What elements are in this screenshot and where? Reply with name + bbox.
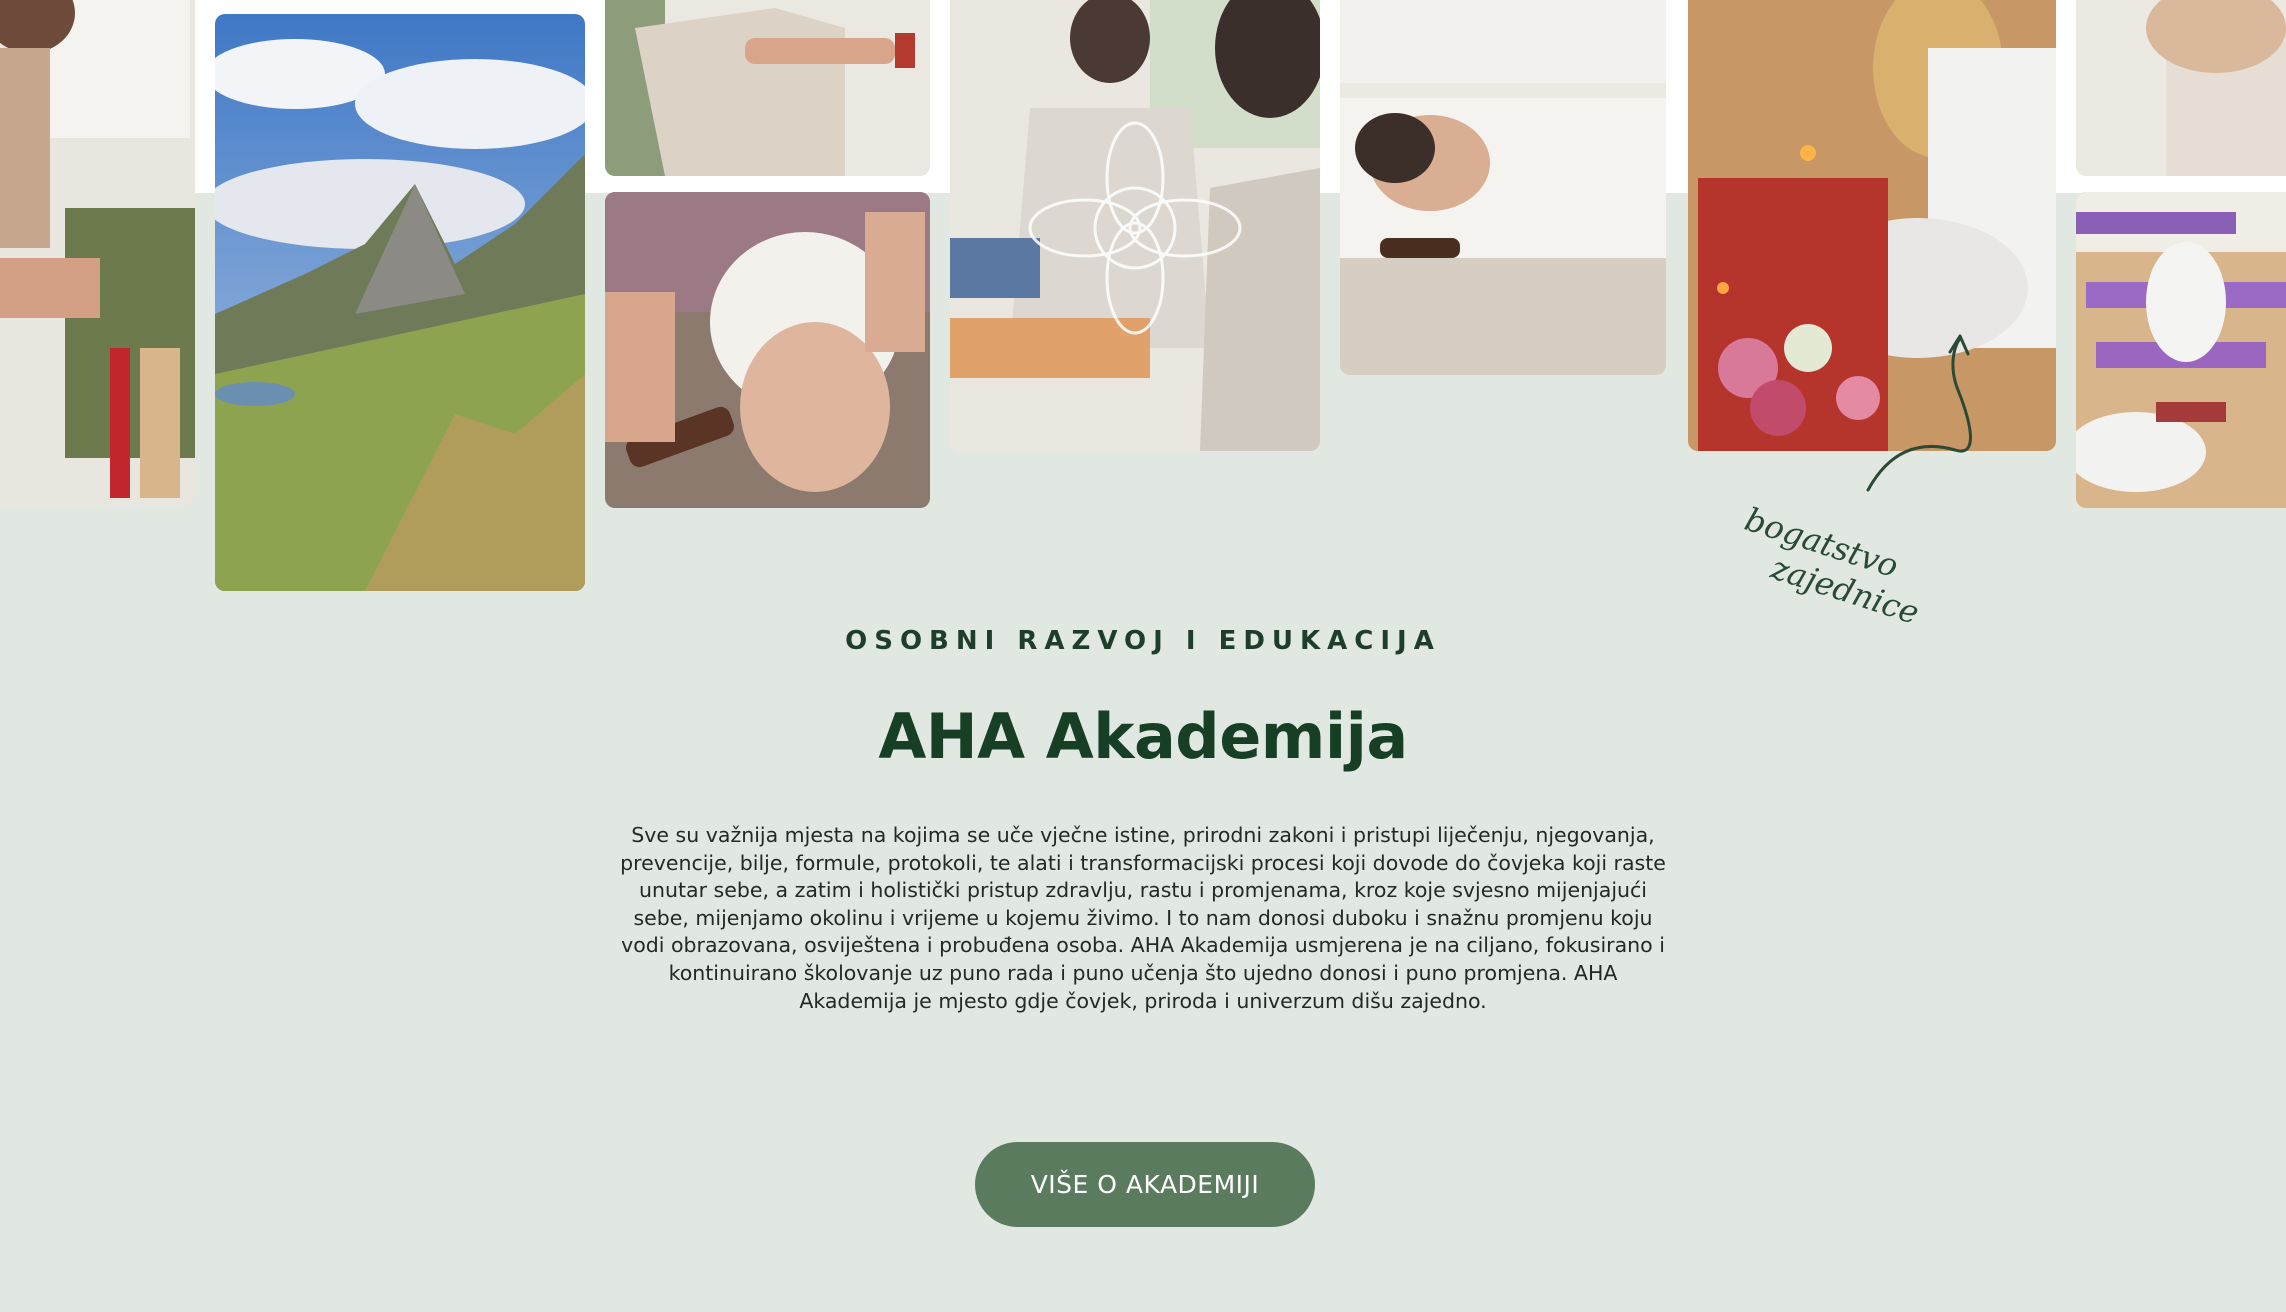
photo-yoga-class-top [2076, 0, 2286, 176]
photo-yoga-class [2076, 192, 2286, 508]
photo-massage-session [0, 0, 195, 506]
photo-face-treatment [605, 192, 930, 508]
more-about-academy-button[interactable]: VIŠE O AKADEMIJI [975, 1142, 1315, 1227]
section-eyebrow: OSOBNI RAZVOJ I EDUKACIJA [845, 626, 1441, 656]
section-description: Sve su važnija mjesta na kojima se uče v… [620, 823, 1666, 1013]
photo-yoga-movement [605, 0, 930, 176]
section-title: AHA Akademija [878, 700, 1408, 773]
photo-mountain-landscape [215, 14, 585, 591]
photo-meditation-group [950, 0, 1320, 451]
photo-relaxation-therapy [1340, 0, 1666, 375]
curved-arrow-icon [1866, 334, 1972, 492]
